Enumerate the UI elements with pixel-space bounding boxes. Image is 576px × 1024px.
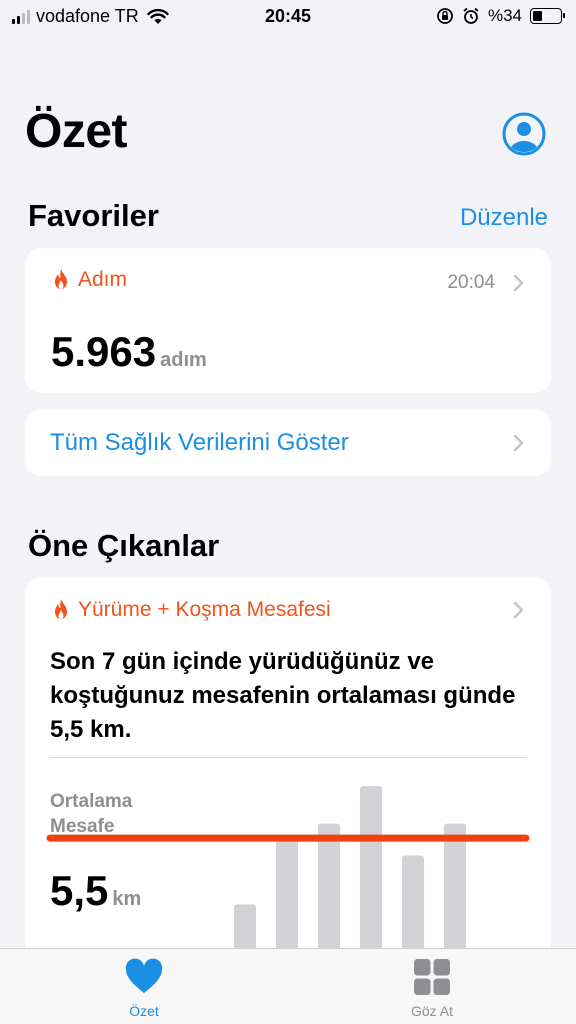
alarm-icon [463,7,479,24]
average-value-row: 5,5 km [50,867,141,915]
steps-time: 20:04 [447,272,495,293]
show-all-health-data-label: Tüm Sağlık Verilerini Göster [50,429,349,456]
tab-summary[interactable]: Özet [84,957,204,1019]
average-label: Ortalama Mesafe [50,791,133,837]
heart-icon [125,958,163,993]
tab-browse-label: Göz At [410,1003,454,1019]
profile-icon[interactable] [502,112,546,156]
steps-card[interactable]: Adım 20:04 5.963 adım [25,248,551,393]
flame-icon [55,269,67,289]
chevron-right-icon [513,274,524,292]
grid-icon [414,959,450,995]
chevron-right-icon [513,434,524,452]
steps-value: 5.963 [51,328,157,375]
steps-value-row: 5.963 adım [51,328,207,376]
highlights-title: Öne Çıkanlar [28,528,220,563]
tab-bar: Özet Göz At [0,948,576,1024]
battery-icon [530,8,565,24]
rotation-lock-icon [437,8,453,24]
edit-button[interactable]: Düzenle [460,204,548,232]
tab-summary-label: Özet [129,1003,159,1019]
battery-level [533,11,542,21]
distance-bar-chart [46,786,530,997]
steps-metric-name: Adım [78,268,128,291]
show-all-health-data-button[interactable]: Tüm Sağlık Verilerini Göster [25,409,551,476]
page-title: Özet [25,105,128,158]
average-unit: km [112,888,142,910]
steps-unit: adım [160,349,207,371]
average-value: 5,5 [50,867,109,914]
walking-running-distance-card[interactable]: Yürüme + Koşma Mesafesi Son 7 gün içinde… [25,577,551,997]
favorites-title: Favoriler [28,198,159,233]
battery-percent: %34 [487,6,522,25]
tab-browse[interactable]: Göz At [372,957,492,1019]
status-bar: vodafone TR 20:45 %34 [0,0,576,34]
